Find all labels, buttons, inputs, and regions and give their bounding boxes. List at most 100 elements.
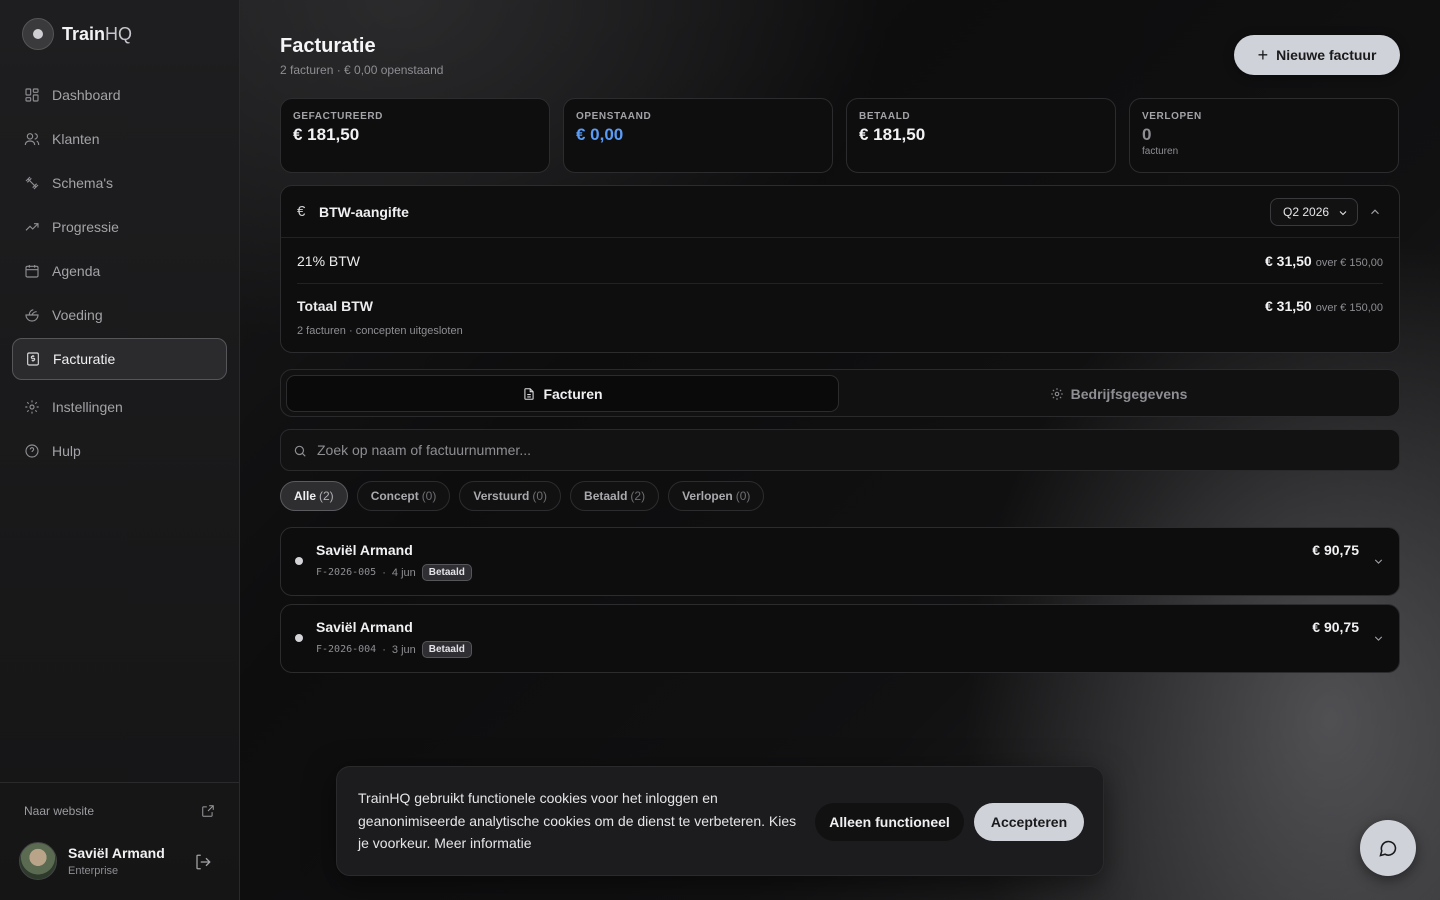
stat-label: VERLOPEN xyxy=(1142,111,1202,122)
invoice-date: 4 jun xyxy=(391,566,416,579)
stat-card-verlopen: VERLOPEN 0 facturen xyxy=(1129,98,1399,173)
sidebar-item-label: Instellingen xyxy=(52,399,123,415)
btw-total-row: Totaal BTW € 31,50 over € 150,00 xyxy=(297,285,1383,329)
invoice-number: F-2026-004 xyxy=(316,644,377,655)
sidebar-item-label: Voeding xyxy=(52,307,103,323)
stat-label: GEFACTUREERD xyxy=(293,111,383,122)
invoice-amount: € 90,75 xyxy=(1312,619,1359,635)
sidebar-item-label: Facturatie xyxy=(53,351,116,367)
sidebar-item-klanten[interactable]: Klanten xyxy=(12,118,227,160)
sidebar-item-agenda[interactable]: Agenda xyxy=(12,250,227,292)
search-icon xyxy=(294,445,306,457)
tab-facturen[interactable]: Facturen xyxy=(286,375,839,412)
trending-up-icon xyxy=(25,223,39,231)
stat-label: BETAALD xyxy=(859,111,911,122)
gear-icon xyxy=(1050,387,1063,400)
logout-icon[interactable] xyxy=(194,853,212,871)
quarter-value: Q2 2026 xyxy=(1283,205,1330,219)
page-title: Facturatie xyxy=(280,35,376,57)
sidebar-item-instellingen[interactable]: Instellingen xyxy=(12,386,227,428)
sidebar: TrainHQ Dashboard Klanten Schema's Progr… xyxy=(0,0,240,900)
sidebar-nav: Dashboard Klanten Schema's Progressie Ag… xyxy=(12,74,227,474)
invoice-date: 3 jun xyxy=(391,643,416,656)
chevron-down-icon[interactable] xyxy=(1372,632,1385,645)
sidebar-item-label: Dashboard xyxy=(52,87,121,103)
users-icon xyxy=(24,133,40,146)
tab-label: Facturen xyxy=(543,385,603,402)
filter-chip-betaald[interactable]: Betaald (2) xyxy=(570,481,660,511)
sidebar-item-label: Schema's xyxy=(52,175,114,191)
sidebar-item-schemas[interactable]: Schema's xyxy=(12,162,227,204)
stat-value: € 0,00 xyxy=(576,125,624,144)
sidebar-item-label: Hulp xyxy=(52,443,81,459)
cookie-text: TrainHQ gebruikt functionele cookies voo… xyxy=(358,790,797,851)
quarter-select[interactable]: Q2 2026 xyxy=(1270,198,1358,226)
external-link-icon[interactable] xyxy=(201,804,215,818)
sidebar-item-dashboard[interactable]: Dashboard xyxy=(12,74,227,116)
stat-value: € 181,50 xyxy=(859,125,926,144)
salad-icon xyxy=(25,309,39,322)
avatar[interactable] xyxy=(19,842,57,880)
sidebar-item-hulp[interactable]: Hulp xyxy=(12,430,227,472)
filter-chips: Alle (2) Concept (0) Verstuurd (0) Betaald(… xyxy=(280,481,765,511)
tab-bar: Facturen Bedrijfsgegevens xyxy=(280,369,1400,417)
website-link[interactable]: Naar website xyxy=(24,804,94,818)
new-invoice-button[interactable]: + Nieuwe factuur xyxy=(1234,35,1400,75)
dashboard-icon xyxy=(25,88,39,102)
sidebar-item-label: Agenda xyxy=(52,263,101,279)
invoice-meta: F-2026-004 · 3 jun Betaald xyxy=(316,641,472,658)
search-input[interactable] xyxy=(317,430,1387,470)
invoice-amount: € 90,75 xyxy=(1312,542,1359,558)
dumbbell-icon xyxy=(25,176,39,190)
meta-separator: · xyxy=(382,566,386,579)
sidebar-item-label: Progressie xyxy=(52,219,119,235)
gear-icon xyxy=(25,400,39,414)
status-dot xyxy=(295,634,303,642)
chat-button[interactable] xyxy=(1360,820,1416,876)
stat-card-gefactureerd: GEFACTUREERD € 181,50 xyxy=(280,98,550,173)
stat-label: OPENSTAAND xyxy=(576,111,652,122)
cookie-more-link[interactable]: Meer informatie xyxy=(434,835,531,851)
sidebar-item-progressie[interactable]: Progressie xyxy=(12,206,227,248)
filter-chip-verstuurd[interactable]: Verstuurd (0) xyxy=(459,481,562,511)
sidebar-item-label: Klanten xyxy=(52,131,100,147)
tab-label: Bedrijfsgegevens xyxy=(1070,385,1188,402)
chevron-down-icon[interactable] xyxy=(1372,555,1385,568)
page-subtitle: 2 facturen · € 0,00 openstaand xyxy=(280,63,444,77)
brand-name: TrainHQ xyxy=(62,23,133,44)
stat-card-betaald: BETAALD € 181,50 xyxy=(846,98,1116,173)
btw-header[interactable]: € BTW-aangifte Q2 2026 xyxy=(281,186,1399,238)
sidebar-footer: Naar website Saviël Armand Enterprise xyxy=(0,782,239,900)
invoice-client: Saviël Armand xyxy=(316,542,413,558)
invoice-row[interactable]: Saviël Armand F-2026-004 · 3 jun Betaald… xyxy=(280,604,1400,673)
brand-logo-icon xyxy=(22,18,54,50)
filter-chip-concept[interactable]: Concept (0) xyxy=(356,481,451,511)
sidebar-item-facturatie[interactable]: Facturatie xyxy=(12,338,227,380)
chevron-up-icon[interactable] xyxy=(1368,205,1382,219)
btw-row-label: Totaal BTW xyxy=(297,298,373,314)
brand[interactable]: TrainHQ xyxy=(22,18,132,50)
status-badge: Betaald xyxy=(421,641,472,658)
functional-only-button[interactable]: Alleen functioneel xyxy=(815,803,964,841)
accept-button[interactable]: Accepteren xyxy=(974,803,1084,841)
stat-value: € 181,50 xyxy=(293,125,360,144)
meta-separator: · xyxy=(382,643,386,656)
document-icon xyxy=(524,387,535,400)
invoice-row[interactable]: Saviël Armand F-2026-005 · 4 jun Betaald… xyxy=(280,527,1400,596)
search-bar xyxy=(280,429,1400,471)
calendar-icon xyxy=(25,265,39,278)
invoice-number: F-2026-005 xyxy=(316,567,377,578)
btw-panel: € BTW-aangifte Q2 2026 21% BTW € 31,50 ov… xyxy=(280,185,1400,353)
tab-bedrijfsgegevens[interactable]: Bedrijfsgegevens xyxy=(842,375,1395,412)
cookie-banner: TrainHQ gebruikt functionele cookies voo… xyxy=(336,766,1104,876)
sidebar-item-voeding[interactable]: Voeding xyxy=(12,294,227,336)
btw-row-amount: € 31,50 over € 150,00 xyxy=(1265,298,1383,314)
help-icon xyxy=(25,444,39,458)
filter-chip-verlopen[interactable]: Verlopen (0) xyxy=(668,481,765,511)
filter-chip-alle[interactable]: Alle (2) xyxy=(280,481,348,511)
status-badge: Betaald xyxy=(421,564,472,581)
new-invoice-label: Nieuwe factuur xyxy=(1276,47,1377,63)
euro-icon: € xyxy=(297,203,306,220)
invoice-meta: F-2026-005 · 4 jun Betaald xyxy=(316,564,472,581)
stat-note: facturen xyxy=(1142,146,1179,157)
